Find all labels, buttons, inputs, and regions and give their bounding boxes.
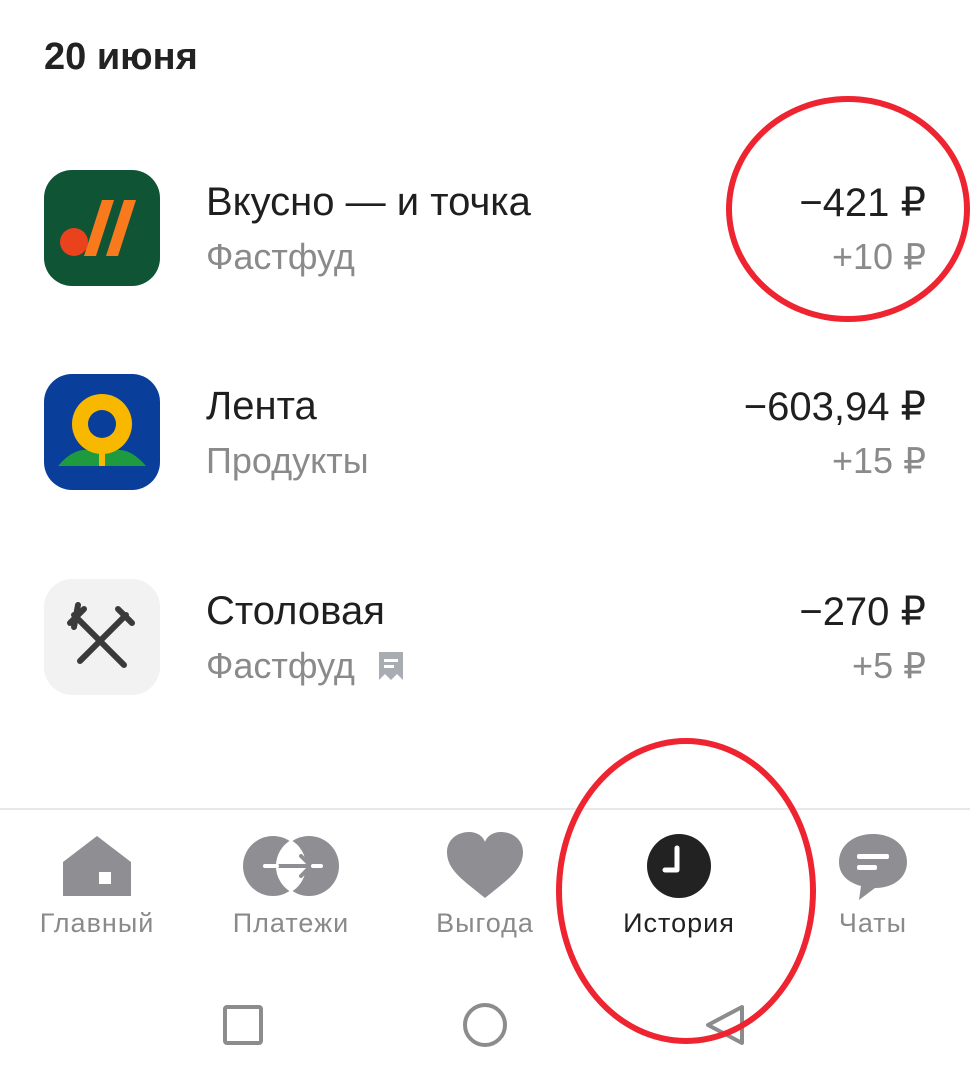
cashback-amount: +15 ₽ (832, 440, 926, 481)
home-icon (63, 836, 131, 896)
receipt-icon[interactable] (377, 650, 405, 682)
tab-home[interactable]: Главный (7, 832, 187, 952)
tab-label: Главный (39, 908, 155, 938)
merchant-category: Фастфуд (206, 645, 355, 686)
tabbar-divider (0, 808, 970, 810)
heart-icon (447, 832, 523, 898)
tab-label: Платежи (232, 908, 350, 938)
transaction-amount: −603,94 ₽ (743, 385, 926, 429)
system-navbar (0, 985, 970, 1065)
merchant-category: Продукты (206, 440, 369, 481)
transaction-row[interactable]: Лента Продукты −603,94 ₽ +15 ₽ (0, 374, 970, 494)
tab-benefits[interactable]: Выгода (395, 832, 575, 952)
bottom-tabbar: Главный Платежи Выгода История Чаты (0, 812, 970, 962)
tab-label: Выгода (436, 908, 534, 938)
recents-button[interactable] (203, 985, 283, 1065)
date-header: 20 июня (44, 36, 198, 78)
transaction-amount: −270 ₽ (799, 590, 926, 634)
lenta-logo-icon (44, 374, 160, 490)
merchant-category-with-receipt: Фастфуд (206, 645, 405, 687)
merchant-category: Фастфуд (206, 236, 355, 277)
merchant-name: Лента (206, 384, 317, 428)
home-button[interactable] (445, 985, 525, 1065)
cashback-amount: +5 ₽ (852, 645, 926, 686)
fork-knife-icon (44, 579, 160, 695)
merchant-name: Вкусно — и точка (206, 180, 531, 224)
chat-icon (839, 834, 907, 900)
merchant-name: Столовая (206, 589, 385, 633)
annotation-circle-history-tab (556, 738, 816, 1044)
transfer-icon (243, 836, 339, 896)
transaction-row[interactable]: Столовая Фастфуд −270 ₽ +5 ₽ (0, 579, 970, 699)
annotation-circle-amount (726, 96, 970, 322)
vkusno-logo-icon (44, 170, 160, 286)
tab-payments[interactable]: Платежи (201, 832, 381, 952)
